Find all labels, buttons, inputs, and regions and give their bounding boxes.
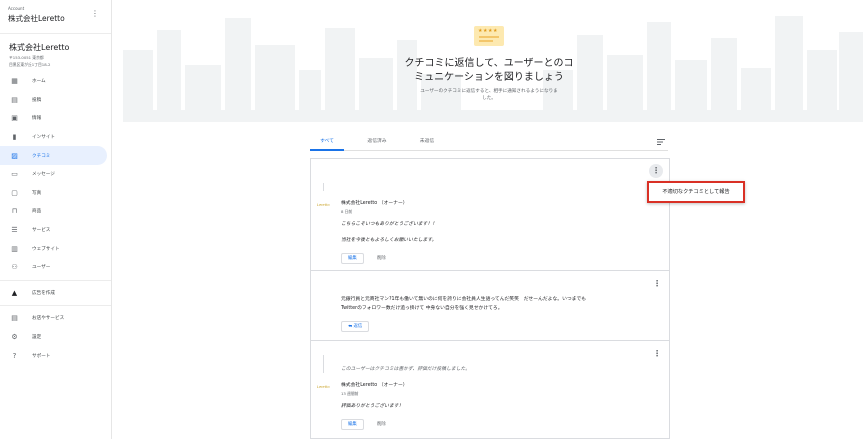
more-vert-icon[interactable]: ⋮ [649, 164, 663, 178]
sidebar-item-insights[interactable]: ▮ インサイト [0, 128, 111, 147]
review-text: Twitterのフォロワー数だけ追っ掛けて 中身ない自分を強く見せかけてろ。 [341, 306, 503, 311]
review-stars-illustration: ★★★★ [474, 26, 504, 46]
sidebar-item-info[interactable]: ▣ 情報 [0, 109, 111, 128]
review-tabs: すべて 返信済み 未返信 [310, 133, 668, 151]
store-icon: ▤ [11, 314, 18, 323]
settings-icon: ⚙ [11, 333, 18, 342]
users-icon: ⚇ [11, 263, 18, 272]
sidebar-item-products[interactable]: ⊓ 商品 [0, 202, 111, 221]
help-icon: ? [12, 351, 17, 360]
sidebar-item-label: メッセージ [32, 172, 55, 178]
sidebar-item-label: ユーザー [32, 265, 51, 271]
main-content: ★★★★ クチコミに返信して、ユーザーとのコ ミュニケーションを図りましょう ユ… [113, 0, 866, 439]
sidebar-item-label: ウェブサイト [32, 246, 60, 252]
sidebar-item-label: サポート [32, 353, 51, 359]
reply-time: 8 日前 [341, 209, 353, 214]
hero-subtitle-line1: ユーザーのクチコミに返信すると、相手に通知されるようになりま [420, 89, 558, 94]
sidebar-item-users[interactable]: ⚇ ユーザー [0, 258, 111, 277]
review-card: ⋮ Leretto 株式会社Leretto （オーナー） 8 日前 こちらこそい… [310, 158, 670, 270]
sidebar-item-label: お店やサービス [32, 316, 65, 322]
owner-name: 株式会社Leretto （オーナー） [341, 201, 408, 206]
photos-icon: ▢ [11, 188, 18, 197]
more-vert-icon[interactable]: ⋮ [653, 349, 661, 358]
edit-button[interactable]: 編集 [341, 419, 364, 430]
delete-button[interactable]: 削除 [377, 419, 386, 430]
sidebar-item-label: 投稿 [32, 97, 42, 103]
edit-button[interactable]: 編集 [341, 253, 364, 264]
sidebar-item-home[interactable]: ▦ ホーム [0, 72, 111, 91]
sidebar-item-label: 写真 [32, 190, 42, 196]
tab-replied[interactable]: 返信済み [360, 133, 394, 151]
sidebar-item-website[interactable]: ▥ ウェブサイト [0, 239, 111, 258]
more-vert-icon[interactable]: ⋮ [653, 279, 661, 288]
delete-button[interactable]: 削除 [377, 253, 386, 264]
illustration-line [479, 36, 499, 38]
owner-name: 株式会社Leretto （オーナー） [341, 383, 408, 388]
report-review-menu-item[interactable]: 不適切なクチコミとして報告 [647, 181, 745, 203]
sidebar-item-messages[interactable]: ▭ メッセージ [0, 165, 111, 184]
tab-all[interactable]: すべて [310, 133, 344, 151]
messages-icon: ▭ [11, 170, 18, 179]
sidebar-item-reviews[interactable]: ▨ クチコミ [0, 146, 107, 165]
sidebar-item-label: 商品 [32, 209, 42, 215]
account-switcher[interactable]: Account 株式会社Leretto ⋮ [0, 0, 111, 34]
business-address-line2: 目黒区東が丘1丁目18-2 [9, 62, 51, 67]
hero-title: クチコミに返信して、ユーザーとのコ ミュニケーションを図りましょう [389, 57, 589, 85]
sidebar-item-label: 設定 [32, 335, 42, 341]
reviews-icon: ▨ [11, 151, 18, 160]
illustration-line [479, 40, 493, 42]
hero-subtitle: ユーザーのクチコミに返信すると、相手に通知されるようになりま した。 [379, 88, 599, 102]
nav-divider [0, 279, 111, 281]
rating-only-note: このユーザーはクチコミは書かず、評価だけ投稿しました。 [341, 367, 471, 372]
reply-divider [323, 183, 324, 191]
reply-button[interactable]: ⮪ 返信 [341, 321, 370, 332]
review-text: 元銀行員と元商社マン?1年も働いて無いのに何を誇りに会社員人生語ってんだ笑笑 だ… [341, 297, 587, 302]
owner-reply-text: こちらこそいつもありがとうございます！！ [341, 222, 437, 227]
tab-unreplied[interactable]: 未返信 [410, 133, 444, 151]
services-icon: ☰ [11, 226, 18, 235]
products-icon: ⊓ [11, 207, 18, 216]
sidebar-item-label: インサイト [32, 135, 55, 141]
sidebar-item-label: ホーム [32, 79, 46, 85]
sidebar: Account 株式会社Leretto ⋮ 株式会社Leretto 〒153-0… [0, 0, 112, 439]
owner-reply-text: 当社を今後ともよろしくお願いいたします。 [341, 238, 437, 243]
owner-reply-text: 評価ありがとうございます！ [341, 404, 404, 409]
post-icon: ▤ [11, 95, 18, 104]
review-card: ⋮ このユーザーはクチコミは書かず、評価だけ投稿しました。 Leretto 株式… [310, 340, 670, 439]
business-info: 株式会社Leretto 〒153-0051 東京都 目黒区東が丘1丁目18-2 [0, 34, 111, 72]
business-logo: Leretto [317, 385, 330, 389]
sidebar-item-services[interactable]: ☰ サービス [0, 221, 111, 240]
star-icon: ★★★★ [478, 28, 498, 34]
nav-list: ▦ ホーム ▤ 投稿 ▣ 情報 ▮ インサイト ▨ クチコミ ▭ メッセージ ▢… [0, 72, 111, 365]
sidebar-item-store[interactable]: ▤ お店やサービス [0, 309, 111, 328]
sidebar-item-posts[interactable]: ▤ 投稿 [0, 91, 111, 110]
hero-title-line2: ミュニケーションを図りましょう [414, 72, 564, 83]
reply-button-label: 返信 [353, 324, 363, 329]
nav-divider [0, 305, 111, 307]
business-name: 株式会社Leretto [9, 43, 70, 52]
sidebar-item-label: 広告を作成 [32, 290, 55, 296]
review-card: ⋮ 元銀行員と元商社マン?1年も働いて無いのに何を誇りに会社員人生語ってんだ笑笑… [310, 270, 670, 340]
business-address-line1: 〒153-0051 東京都 [9, 55, 44, 60]
ads-icon: ▲ [11, 288, 18, 297]
info-icon: ▣ [11, 114, 18, 123]
reply-divider [323, 355, 324, 373]
insights-icon: ▮ [12, 133, 17, 142]
sidebar-item-label: クチコミ [32, 153, 51, 159]
sidebar-item-settings[interactable]: ⚙ 設定 [0, 328, 111, 347]
more-vert-icon[interactable]: ⋮ [91, 9, 99, 18]
hero-subtitle-line2: した。 [482, 96, 496, 101]
sidebar-item-label: サービス [32, 228, 51, 234]
reply-time: 13 週間前 [341, 391, 359, 396]
business-logo: Leretto [317, 203, 330, 207]
website-icon: ▥ [11, 244, 18, 253]
sort-icon[interactable] [656, 137, 666, 147]
sidebar-item-label: 情報 [32, 116, 42, 122]
hero-title-line1: クチコミに返信して、ユーザーとのコ [404, 58, 574, 69]
dashboard-icon: ▦ [11, 77, 18, 86]
sidebar-item-ads[interactable]: ▲ 広告を作成 [0, 284, 111, 303]
sidebar-item-photos[interactable]: ▢ 写真 [0, 184, 111, 203]
sidebar-item-support[interactable]: ? サポート [0, 346, 111, 365]
